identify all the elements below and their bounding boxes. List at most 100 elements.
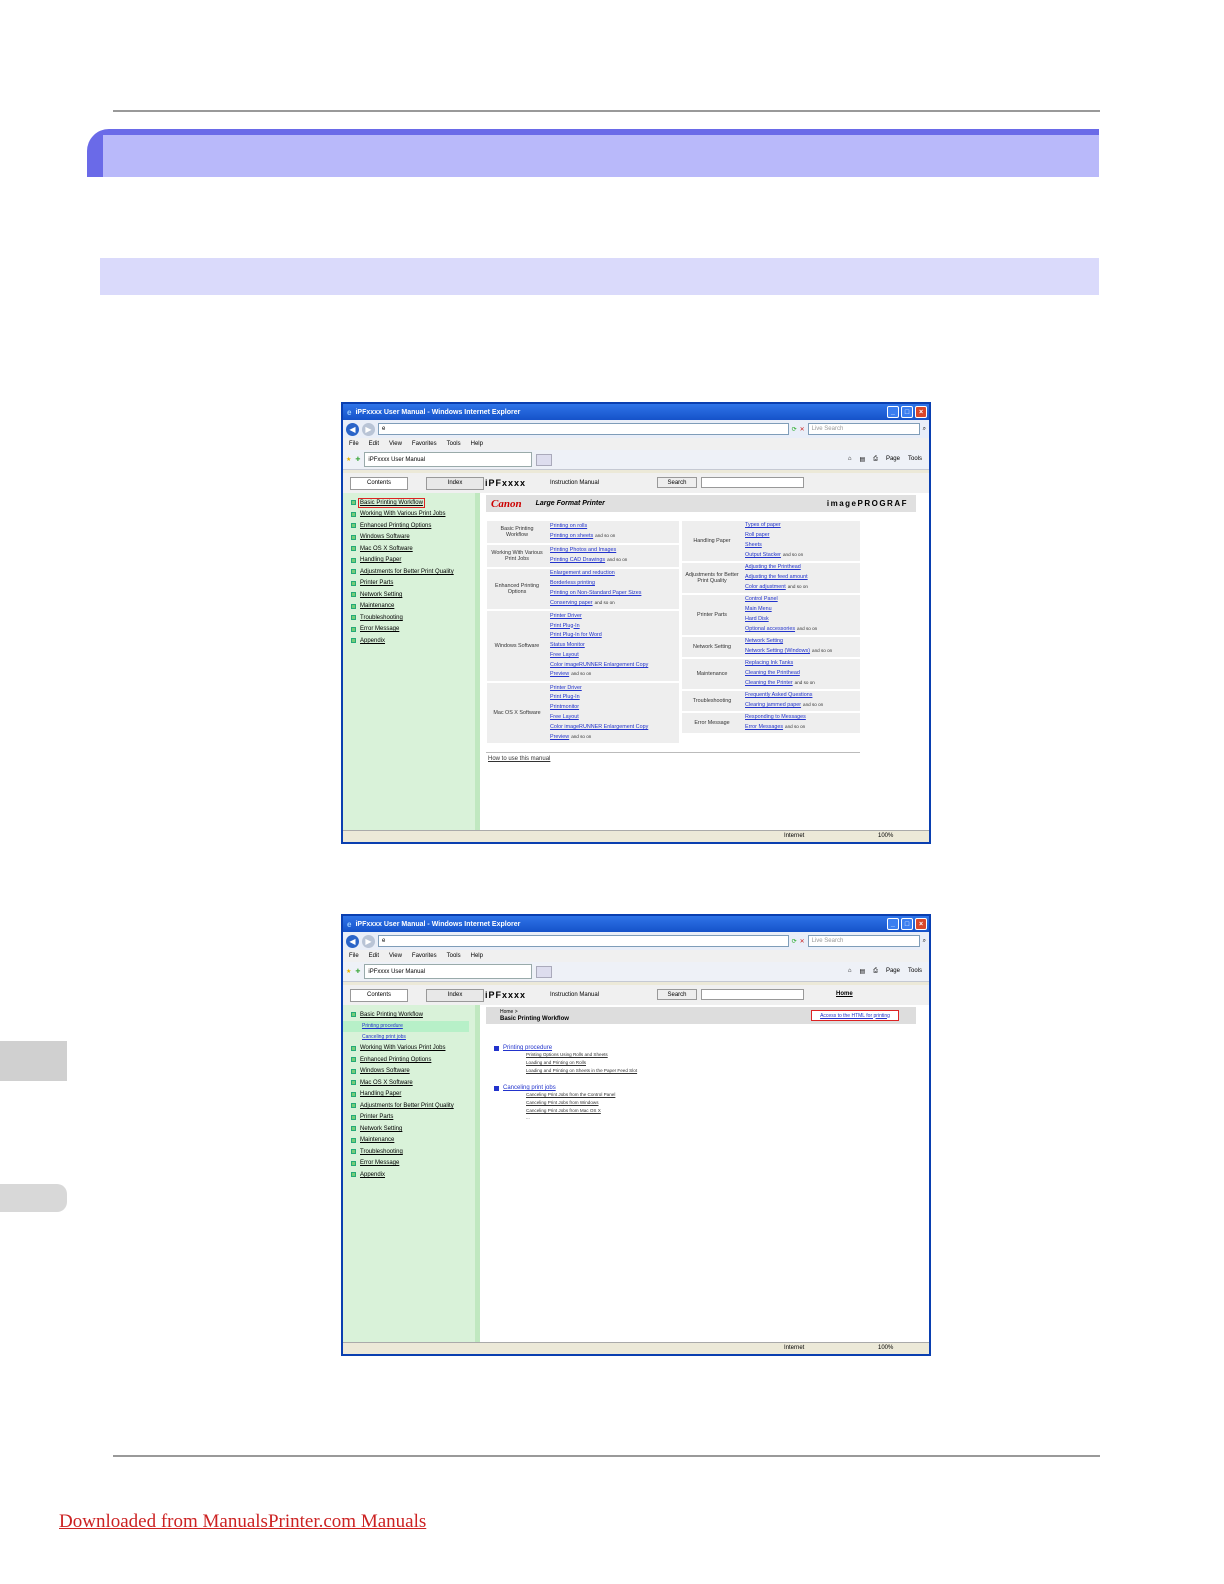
category-link[interactable]: Types of paper (745, 522, 781, 528)
add-favorite-icon[interactable]: ✚ (355, 456, 360, 463)
category-link[interactable]: Frequently Asked Questions (745, 692, 812, 698)
address-bar[interactable]: e (378, 423, 789, 435)
zoom-level[interactable]: 100% (878, 833, 893, 839)
zoom-level[interactable]: 100% (878, 1345, 893, 1351)
search-icon[interactable]: ⌕ (923, 938, 926, 945)
category-link[interactable]: Preview (550, 671, 569, 677)
subsection-link[interactable]: Printing Options Using Rolls and Sheets (494, 1051, 637, 1059)
category-link[interactable]: Borderless printing (550, 580, 595, 586)
refresh-icon[interactable]: ⟳ (792, 938, 797, 945)
menu-tools[interactable]: Tools (447, 441, 461, 447)
category-link[interactable]: Main Menu (745, 606, 772, 612)
menu-favorites[interactable]: Favorites (412, 953, 437, 959)
print-icon[interactable]: ⎙ (873, 968, 878, 975)
category-link[interactable]: Preview (550, 734, 569, 740)
category-link[interactable]: Printer Driver (550, 613, 582, 619)
category-link[interactable]: Printing CAD Drawings (550, 557, 605, 563)
menu-help[interactable]: Help (471, 953, 483, 959)
close-icon[interactable]: × (915, 406, 927, 418)
category-link[interactable]: Print Plug-In for Word (550, 632, 602, 638)
home-icon[interactable]: ⌂ (848, 456, 852, 463)
nav-item[interactable]: Adjustments for Better Print Quality (343, 566, 475, 578)
nav-item[interactable]: Network Setting (343, 589, 475, 601)
tools-menu[interactable]: Tools (908, 968, 922, 975)
tab-contents[interactable]: Contents (350, 988, 408, 1002)
search-button[interactable]: Search (657, 477, 697, 488)
nav-item[interactable]: Handling Paper (343, 555, 475, 567)
add-favorite-icon[interactable]: ✚ (355, 968, 360, 975)
tools-menu[interactable]: Tools (908, 456, 922, 463)
stop-icon[interactable]: ✕ (800, 426, 805, 433)
category-link[interactable]: Network Setting (Windows) (745, 648, 810, 654)
nav-item[interactable]: Troubleshooting (343, 612, 475, 624)
nav-item[interactable]: Basic Printing Workflow (343, 1009, 475, 1021)
favorites-star-icon[interactable]: ★ (346, 968, 351, 975)
category-link[interactable]: Print Plug-In (550, 623, 580, 629)
forward-icon[interactable]: ▶ (362, 934, 375, 948)
nav-item[interactable]: Handling Paper (343, 1089, 475, 1101)
nav-item[interactable]: Error Message (343, 624, 475, 636)
nav-item[interactable]: Adjustments for Better Print Quality (343, 1100, 475, 1112)
category-link[interactable]: Replacing Ink Tanks (745, 660, 793, 666)
page-menu[interactable]: Page (886, 456, 900, 463)
category-link[interactable]: Printing on sheets (550, 533, 593, 539)
category-link[interactable]: Clearing jammed paper (745, 702, 801, 708)
category-link[interactable]: Sheets (745, 542, 762, 548)
subsection-link[interactable]: Canceling Print Jobs from Windows (494, 1099, 615, 1107)
maximize-icon[interactable]: □ (901, 918, 913, 930)
tab-index[interactable]: Index (426, 476, 484, 490)
how-to-use-link[interactable]: How to use this manual (488, 756, 550, 762)
nav-subitem[interactable]: Canceling print jobs (343, 1032, 475, 1043)
nav-subitem[interactable]: Printing procedure (343, 1020, 469, 1032)
feeds-icon[interactable]: ▤ (859, 456, 865, 463)
nav-item[interactable]: Error Message (343, 1158, 475, 1170)
category-link[interactable]: Hard Disk (745, 616, 769, 622)
category-link[interactable]: Printer Driver (550, 685, 582, 691)
category-link[interactable]: Color imageRUNNER Enlargement Copy (550, 724, 648, 730)
nav-item[interactable]: Maintenance (343, 1135, 475, 1147)
category-link[interactable]: Cleaning the Printer (745, 680, 793, 686)
menu-tools[interactable]: Tools (447, 953, 461, 959)
category-link[interactable]: Printmonitor (550, 704, 579, 710)
nav-item[interactable]: Enhanced Printing Options (343, 520, 475, 532)
access-html-printing-button[interactable]: Access to the HTML for printing (811, 1010, 899, 1021)
category-link[interactable]: Conserving paper (550, 600, 593, 606)
nav-item[interactable]: Working With Various Print Jobs (343, 1043, 475, 1055)
menu-edit[interactable]: Edit (369, 953, 379, 959)
minimize-icon[interactable]: _ (887, 918, 899, 930)
favorites-star-icon[interactable]: ★ (346, 456, 351, 463)
back-icon[interactable]: ◀ (346, 934, 359, 948)
new-tab-button[interactable] (536, 965, 553, 978)
tab-index[interactable]: Index (426, 988, 484, 1002)
home-icon[interactable]: ⌂ (848, 968, 852, 975)
nav-item[interactable]: Mac OS X Software (343, 543, 475, 555)
nav-item[interactable]: Windows Software (343, 1066, 475, 1078)
category-link[interactable]: Cleaning the Printhead (745, 670, 800, 676)
close-icon[interactable]: × (915, 918, 927, 930)
menu-file[interactable]: File (349, 953, 359, 959)
nav-item[interactable]: Maintenance (343, 601, 475, 613)
forward-icon[interactable]: ▶ (362, 422, 375, 436)
subsection-link[interactable]: Loading and Printing on Rolls (494, 1059, 637, 1067)
menu-help[interactable]: Help (471, 441, 483, 447)
browser-tab[interactable]: iPFxxxx User Manual (364, 964, 533, 979)
nav-item[interactable]: Network Setting (343, 1123, 475, 1135)
category-link[interactable]: Status Monitor (550, 642, 585, 648)
category-link[interactable]: Color imageRUNNER Enlargement Copy (550, 662, 648, 668)
subsection-link[interactable]: Canceling Print Jobs from the Control Pa… (494, 1091, 615, 1099)
search-button[interactable]: Search (657, 989, 697, 1000)
manual-search-input[interactable] (701, 477, 804, 488)
menu-file[interactable]: File (349, 441, 359, 447)
refresh-icon[interactable]: ⟳ (792, 426, 797, 433)
address-bar[interactable]: e (378, 935, 789, 947)
subsection-link[interactable]: Canceling Print Jobs from Mac OS X (494, 1107, 615, 1115)
download-source-link[interactable]: Downloaded from ManualsPrinter.com Manua… (59, 1511, 426, 1533)
menu-view[interactable]: View (389, 953, 402, 959)
category-link[interactable]: Free Layout (550, 714, 579, 720)
nav-item[interactable]: Troubleshooting (343, 1146, 475, 1158)
category-link[interactable]: Printing on rolls (550, 523, 587, 529)
category-link[interactable]: Adjusting the feed amount (745, 574, 808, 580)
maximize-icon[interactable]: □ (901, 406, 913, 418)
print-icon[interactable]: ⎙ (873, 456, 878, 463)
category-link[interactable]: Printing Photos and Images (550, 547, 616, 553)
